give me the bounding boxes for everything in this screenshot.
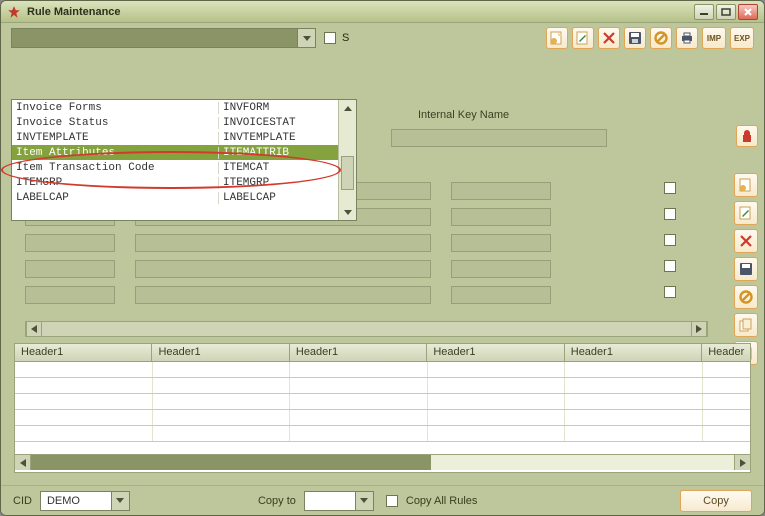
s-checkbox[interactable] xyxy=(324,32,336,44)
scroll-left-button[interactable] xyxy=(26,322,42,336)
dropdown-item[interactable]: Invoice FormsINVFORM xyxy=(12,100,338,115)
export-button[interactable]: EXP xyxy=(730,27,754,49)
edit-button[interactable] xyxy=(572,27,594,49)
table-header[interactable]: Header1 xyxy=(290,344,427,361)
copy-button[interactable]: Copy xyxy=(680,490,752,512)
titlebar: Rule Maintenance xyxy=(1,1,764,23)
scroll-thumb[interactable] xyxy=(341,156,354,190)
data-table: Header1 Header1 Header1 Header1 Header1 … xyxy=(14,343,751,473)
copy-all-rules-checkbox[interactable] xyxy=(386,495,398,507)
form-input-field[interactable] xyxy=(451,260,551,278)
table-header[interactable]: Header1 xyxy=(152,344,289,361)
toolbar: S IMP EXP xyxy=(1,23,764,53)
form-row xyxy=(25,286,684,304)
dropdown-item[interactable]: INVTEMPLATEINVTEMPLATE xyxy=(12,130,338,145)
table-body xyxy=(15,362,750,454)
copy-to-combo[interactable] xyxy=(304,491,374,511)
maximize-button[interactable] xyxy=(716,4,736,20)
form-row-checkbox[interactable] xyxy=(664,286,676,298)
minimize-button[interactable] xyxy=(694,4,714,20)
form-input-field[interactable] xyxy=(135,286,431,304)
scroll-right-button[interactable] xyxy=(691,322,707,336)
scroll-up-button[interactable] xyxy=(339,100,356,116)
side-buttons xyxy=(734,173,758,365)
delete-button[interactable] xyxy=(598,27,620,49)
table-header-row: Header1 Header1 Header1 Header1 Header1 … xyxy=(15,344,750,362)
form-input-field[interactable] xyxy=(135,260,431,278)
window-buttons xyxy=(694,4,758,20)
side-cancel-button[interactable] xyxy=(734,285,758,309)
form-input-field[interactable] xyxy=(451,208,551,226)
scroll-down-button[interactable] xyxy=(339,204,356,220)
form-row-checkbox[interactable] xyxy=(664,208,676,220)
side-edit-button[interactable] xyxy=(734,201,758,225)
copy-to-label: Copy to xyxy=(258,495,296,507)
cid-value: DEMO xyxy=(41,495,111,507)
side-copy-button[interactable] xyxy=(734,313,758,337)
dropdown-items: Invoice FormsINVFORM Invoice StatusINVOI… xyxy=(12,100,338,220)
copy-to-dropdown-button[interactable] xyxy=(355,492,373,510)
cid-label: CID xyxy=(13,495,32,507)
scroll-track[interactable] xyxy=(31,455,734,470)
form-row-checkbox[interactable] xyxy=(664,182,676,194)
table-header[interactable]: Header1 xyxy=(427,344,564,361)
side-save-button[interactable] xyxy=(734,257,758,281)
toolbar-right-buttons: IMP EXP xyxy=(546,27,754,49)
dropdown-item[interactable]: ITEMGRPITEMGRP xyxy=(12,175,338,190)
dropdown-item-selected[interactable]: Item AttributesITEMATTRIB xyxy=(12,145,338,160)
close-button[interactable] xyxy=(738,4,758,20)
side-new-button[interactable] xyxy=(734,173,758,197)
table-row[interactable] xyxy=(15,410,750,426)
bottom-bar: CID DEMO Copy to Copy All Rules Copy xyxy=(1,485,764,515)
form-row-checkbox[interactable] xyxy=(664,260,676,272)
form-input-field[interactable] xyxy=(135,234,431,252)
copy-all-rules-label: Copy All Rules xyxy=(406,495,478,507)
internal-key-name-label: Internal Key Name xyxy=(418,109,509,121)
table-row[interactable] xyxy=(15,394,750,410)
table-header[interactable]: Header xyxy=(702,344,750,361)
print-button[interactable] xyxy=(676,27,698,49)
rule-selector-dropdown-list[interactable]: Invoice FormsINVFORM Invoice StatusINVOI… xyxy=(11,99,357,221)
form-hscrollbar[interactable] xyxy=(25,321,708,337)
import-button[interactable]: IMP xyxy=(702,27,726,49)
form-input-field[interactable] xyxy=(451,286,551,304)
form-input-field[interactable] xyxy=(451,234,551,252)
table-row[interactable] xyxy=(15,362,750,378)
form-label-field xyxy=(25,234,115,252)
form-label-field xyxy=(25,286,115,304)
window-title: Rule Maintenance xyxy=(27,6,121,18)
scroll-right-button[interactable] xyxy=(734,455,750,470)
form-row xyxy=(25,234,684,252)
scroll-left-button[interactable] xyxy=(15,455,31,470)
rule-selector-dropdown-button[interactable] xyxy=(297,29,315,47)
cancel-button[interactable] xyxy=(650,27,672,49)
lock-button[interactable] xyxy=(736,125,758,147)
cid-dropdown-button[interactable] xyxy=(111,492,129,510)
form-label-field xyxy=(25,260,115,278)
table-header[interactable]: Header1 xyxy=(565,344,702,361)
dropdown-item[interactable]: Invoice StatusINVOICESTAT xyxy=(12,115,338,130)
new-button[interactable] xyxy=(546,27,568,49)
save-button[interactable] xyxy=(624,27,646,49)
dropdown-vscrollbar[interactable] xyxy=(338,100,356,220)
content-area: Internal Key Name xyxy=(1,53,764,485)
dropdown-item[interactable]: LABELCAPLABELCAP xyxy=(12,190,338,205)
side-delete-button[interactable] xyxy=(734,229,758,253)
internal-key-name-field[interactable] xyxy=(391,129,607,147)
table-hscrollbar[interactable] xyxy=(15,454,750,470)
app-icon xyxy=(7,5,21,19)
form-row xyxy=(25,260,684,278)
cid-combo[interactable]: DEMO xyxy=(40,491,130,511)
table-header[interactable]: Header1 xyxy=(15,344,152,361)
table-row[interactable] xyxy=(15,426,750,442)
rule-maintenance-window: Rule Maintenance S IMP EXP Int xyxy=(0,0,765,516)
form-row-checkbox[interactable] xyxy=(664,234,676,246)
s-label: S xyxy=(342,32,349,44)
dropdown-item[interactable]: Item Transaction CodeITEMCAT xyxy=(12,160,338,175)
form-input-field[interactable] xyxy=(451,182,551,200)
rule-selector-combo[interactable] xyxy=(11,28,316,48)
scroll-thumb[interactable] xyxy=(31,455,431,470)
table-row[interactable] xyxy=(15,378,750,394)
